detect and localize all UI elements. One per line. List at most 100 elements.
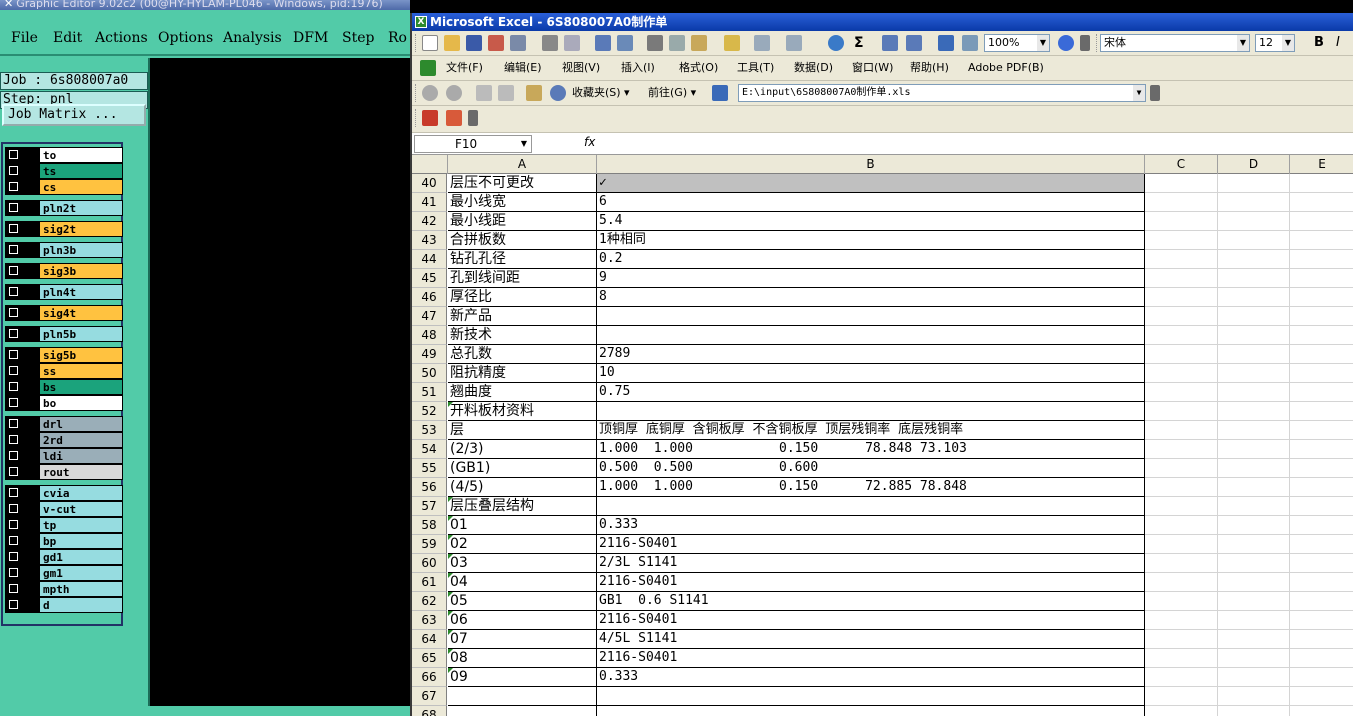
cell-c[interactable] — [1145, 687, 1218, 706]
cell-d[interactable] — [1218, 440, 1290, 459]
layer-name[interactable]: bo — [39, 395, 123, 411]
cell-d[interactable] — [1218, 193, 1290, 212]
cell-b[interactable]: 2116-S0401 — [597, 649, 1145, 668]
cell-e[interactable] — [1290, 212, 1353, 231]
cell-a[interactable]: 总孔数 — [448, 345, 597, 364]
cell-d[interactable] — [1218, 402, 1290, 421]
stop-icon[interactable] — [476, 85, 492, 101]
row-header[interactable]: 68 — [412, 706, 447, 716]
cell-c[interactable] — [1145, 383, 1218, 402]
email-icon[interactable] — [510, 35, 526, 51]
menu-tools-cn[interactable]: 工具(T) — [737, 60, 774, 76]
cell-a[interactable]: (4/5) — [448, 478, 597, 497]
cell-b[interactable]: 顶铜厚 底铜厚 含铜板厚 不含铜板厚 顶层残铜率 底层残铜率 — [597, 421, 1145, 440]
row-header[interactable]: 62 — [412, 592, 447, 611]
convert-to-pdf-icon[interactable] — [422, 110, 438, 126]
layer-name[interactable]: to — [39, 147, 123, 163]
cell-d[interactable] — [1218, 478, 1290, 497]
layer-row-pln2t[interactable]: pln2t — [5, 200, 123, 216]
cell-a[interactable]: 02 — [448, 535, 597, 554]
layer-name[interactable]: cs — [39, 179, 123, 195]
layer-row-cvia[interactable]: cvia — [5, 485, 123, 501]
layer-name[interactable]: pln4t — [39, 284, 123, 300]
layer-row-mpth[interactable]: mpth — [5, 581, 123, 597]
cell-d[interactable] — [1218, 174, 1290, 193]
menu-format-cn[interactable]: 格式(O) — [679, 60, 718, 76]
cell-a[interactable]: 翘曲度 — [448, 383, 597, 402]
layer-row-bp[interactable]: bp — [5, 533, 123, 549]
cell-c[interactable] — [1145, 459, 1218, 478]
layer-checkbox[interactable] — [5, 200, 23, 216]
cell-c[interactable] — [1145, 421, 1218, 440]
layer-checkbox[interactable] — [5, 179, 23, 195]
cell-b[interactable]: 4/5L S1141 — [597, 630, 1145, 649]
layer-checkbox[interactable] — [5, 485, 23, 501]
cell-c[interactable] — [1145, 611, 1218, 630]
layer-checkbox[interactable] — [5, 363, 23, 379]
layer-checkbox[interactable] — [5, 242, 23, 258]
layer-name[interactable]: 2rd — [39, 432, 123, 448]
research-icon[interactable] — [617, 35, 633, 51]
layer-checkbox[interactable] — [5, 263, 23, 279]
cell-a[interactable] — [448, 687, 597, 706]
cell-b[interactable] — [597, 326, 1145, 345]
cell-e[interactable] — [1290, 421, 1353, 440]
home-icon[interactable] — [526, 85, 542, 101]
layer-checkbox[interactable] — [5, 395, 23, 411]
cell-a[interactable]: 新产品 — [448, 307, 597, 326]
cell-a[interactable]: (GB1) — [448, 459, 597, 478]
layer-name[interactable]: d — [39, 597, 123, 613]
cell-d[interactable] — [1218, 516, 1290, 535]
print-preview-icon[interactable] — [564, 35, 580, 51]
layer-name[interactable]: pln2t — [39, 200, 123, 216]
cell-e[interactable] — [1290, 516, 1353, 535]
cell-a[interactable]: 阻抗精度 — [448, 364, 597, 383]
layer-row-ldi[interactable]: ldi — [5, 448, 123, 464]
cell-e[interactable] — [1290, 668, 1353, 687]
row-header[interactable]: 65 — [412, 649, 447, 668]
toolbar-grip[interactable] — [415, 109, 418, 127]
cell-c[interactable] — [1145, 250, 1218, 269]
row-header[interactable]: 53 — [412, 421, 447, 440]
layer-name[interactable]: bp — [39, 533, 123, 549]
layer-checkbox[interactable] — [5, 597, 23, 613]
row-header[interactable]: 64 — [412, 630, 447, 649]
job-matrix-button[interactable]: Job Matrix ... — [2, 104, 146, 126]
autosum-icon[interactable]: Σ — [854, 35, 864, 51]
layer-row-ss[interactable]: ss — [5, 363, 123, 379]
chart-wizard-icon[interactable] — [938, 35, 954, 51]
cell-e[interactable] — [1290, 288, 1353, 307]
menu-edit[interactable]: Edit — [53, 30, 82, 46]
row-header[interactable]: 50 — [412, 364, 447, 383]
undo-icon[interactable] — [754, 35, 770, 51]
row-header[interactable]: 52 — [412, 402, 447, 421]
layer-name[interactable]: ts — [39, 163, 123, 179]
search-web-icon[interactable] — [550, 85, 566, 101]
menu-ro[interactable]: Ro — [388, 30, 407, 46]
row-header[interactable]: 59 — [412, 535, 447, 554]
cell-a[interactable]: (2/3) — [448, 440, 597, 459]
cell-a[interactable]: 层压叠层结构 — [448, 497, 597, 516]
cell-e[interactable] — [1290, 440, 1353, 459]
cell-e[interactable] — [1290, 250, 1353, 269]
favorites-menu[interactable]: 收藏夹(S) ▾ — [572, 85, 630, 101]
new-icon[interactable] — [422, 35, 438, 51]
cell-c[interactable] — [1145, 630, 1218, 649]
cell-d[interactable] — [1218, 497, 1290, 516]
cell-c[interactable] — [1145, 706, 1218, 716]
cell-b[interactable]: 0.500 0.500 0.600 — [597, 459, 1145, 478]
layer-checkbox[interactable] — [5, 163, 23, 179]
cell-c[interactable] — [1145, 478, 1218, 497]
cell-e[interactable] — [1290, 611, 1353, 630]
go-menu[interactable]: 前往(G) ▾ — [648, 85, 696, 101]
layer-checkbox[interactable] — [5, 305, 23, 321]
row-header[interactable]: 44 — [412, 250, 447, 269]
cell-e[interactable] — [1290, 345, 1353, 364]
cell-e[interactable] — [1290, 478, 1353, 497]
copy-icon[interactable] — [669, 35, 685, 51]
cell-d[interactable] — [1218, 383, 1290, 402]
layer-row-sig3b[interactable]: sig3b — [5, 263, 123, 279]
menu-dfm[interactable]: DFM — [293, 30, 328, 46]
layer-name[interactable]: pln3b — [39, 242, 123, 258]
menu-insert-cn[interactable]: 插入(I) — [621, 60, 655, 76]
